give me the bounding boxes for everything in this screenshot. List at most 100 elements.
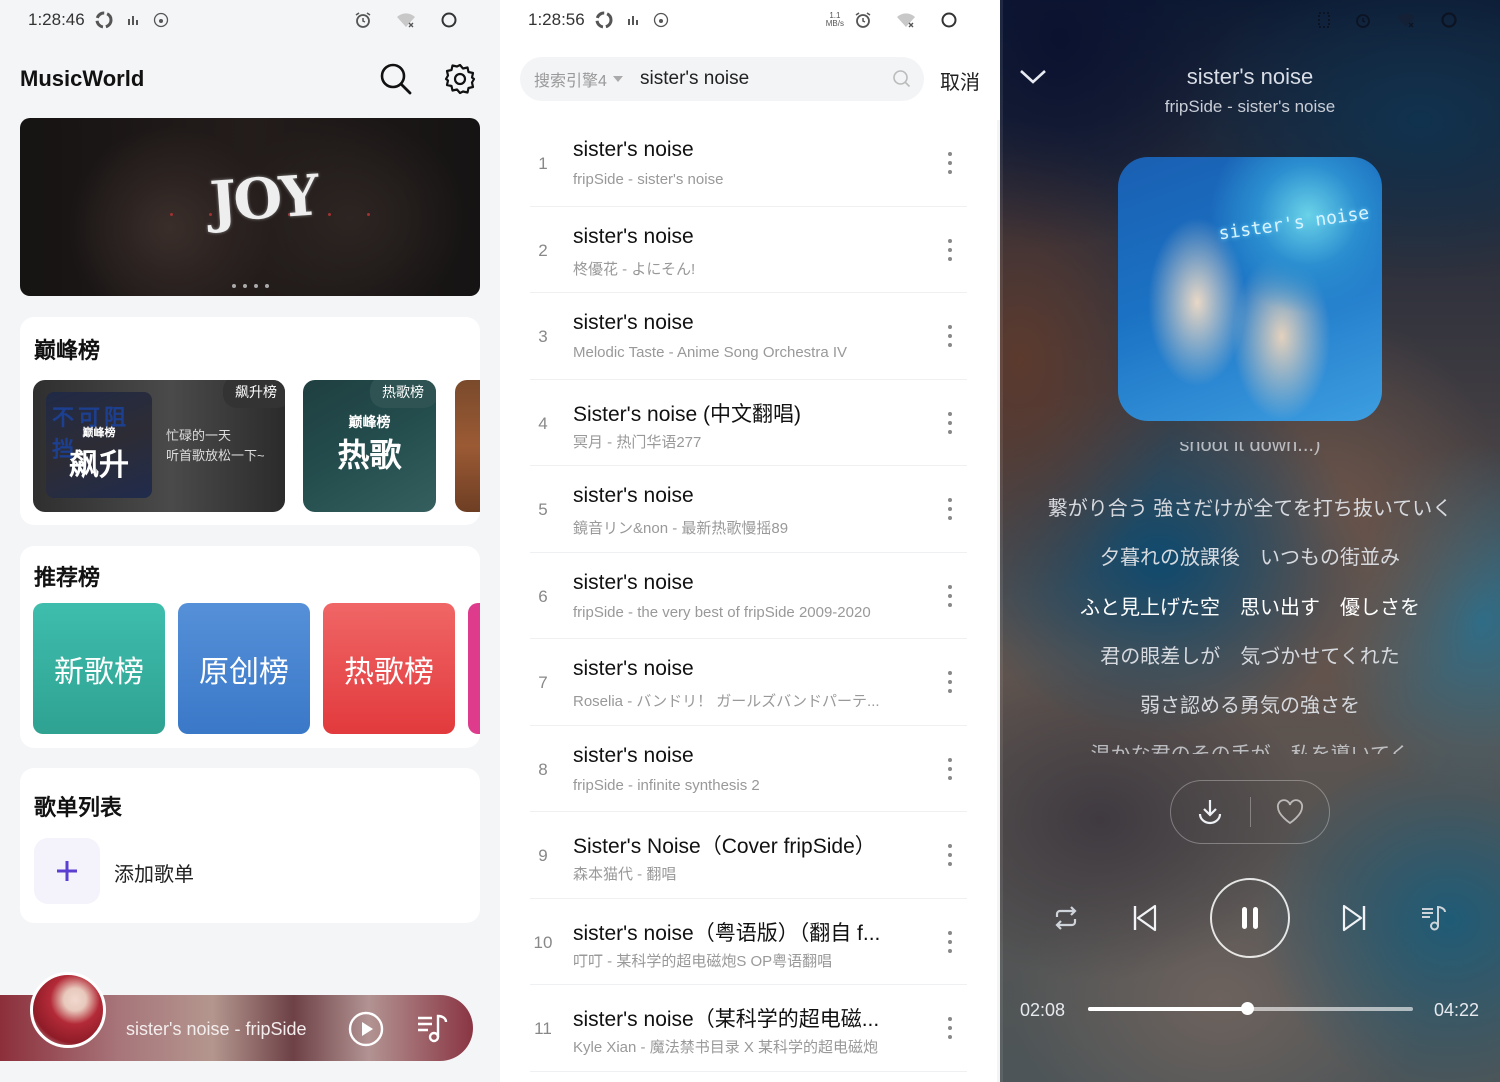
description-line: 忙碌的一天 [166,428,232,443]
result-subtitle: fripSide - sister's noise [573,171,724,188]
more-options-button[interactable] [940,494,960,524]
settings-button[interactable] [440,59,480,99]
more-options-button[interactable] [940,754,960,784]
result-title: sister's noise [573,570,694,594]
search-result-row[interactable]: 3 sister's noise Melodic Taste - Anime Son… [530,293,967,380]
search-result-row[interactable]: 7 sister's noise Roselia - バンドリ！ ガールズバンドパー… [530,639,967,726]
play-pause-button[interactable] [1210,878,1290,958]
search-result-row[interactable]: 11 sister's noise（某科学的超电磁... Kyle Xian - 魔… [530,985,967,1072]
search-engine-select[interactable]: 搜索引擎4 [520,67,640,91]
cancel-button[interactable]: 取消 [940,66,980,95]
search-input[interactable] [640,68,860,90]
more-options-button[interactable] [940,581,960,611]
gear-icon [444,63,476,95]
search-result-row[interactable]: 9 Sister's Noise（Cover fripSide） 森本猫代 - 翻唱 [530,812,967,899]
dropdown-triangle-icon [612,76,623,82]
add-playlist-label[interactable]: 添加歌单 [114,858,194,887]
more-vert-icon-dot [948,247,952,252]
search-result-row[interactable]: 4 Sister's noise (中文翻唱) 冥月 - 热门华语277 [530,380,967,466]
page-dot[interactable] [242,284,247,288]
repeat-button[interactable] [1044,896,1088,940]
chart-tile-hot[interactable]: 热歌榜 [323,603,455,734]
more-vert-icon-dot [948,498,952,502]
result-index: 10 [533,932,553,952]
peak-chart-rising[interactable]: 不可阻挡 巅峰榜 飙升 忙碌的一天 听首歌放松一下~ 飙升榜 [33,380,285,512]
search-icon [893,70,911,88]
peak-chart-next[interactable] [455,380,480,512]
more-options-button[interactable] [940,840,960,870]
next-button[interactable] [1332,896,1376,940]
network-speed-unit: MB/s [825,19,844,28]
queue-button[interactable] [1412,896,1456,940]
search-engine-label: 搜索引擎4 [534,73,607,90]
banner-carousel[interactable]: JOY [20,118,480,296]
favorite-button[interactable] [1251,780,1330,844]
album-art[interactable]: sister's noise [1118,157,1382,421]
search-icon [380,63,412,95]
search-bar: 搜索引擎4 [520,57,924,101]
search-result-row[interactable]: 5 sister's noise 鏡音リン&non - 最新热歌慢摇89 [530,466,967,553]
banner-pagination [20,284,480,288]
result-title: sister's noise [573,138,694,161]
cover-title: 热歌 [337,437,402,473]
chart-tile-new[interactable]: 新歌榜 [33,603,165,734]
download-icon [1199,800,1222,825]
chart-badge: 热歌榜 [370,380,436,408]
music-disc-icon [153,12,169,28]
skip-next-icon [1342,904,1366,932]
more-vert-icon-dot [948,930,952,935]
search-result-row[interactable]: 2 sister's noise 柊優花 - よにそん! [530,207,967,293]
search-result-row[interactable]: 1 sister's noise fripSide - sister's noise [530,120,967,207]
more-options-button[interactable] [940,235,960,265]
chart-cover: 不可阻挡 巅峰榜 飙升 [46,392,152,498]
seek-thumb[interactable] [1241,1002,1255,1015]
result-subtitle: fripSide - the very best of fripSide 200… [573,603,871,621]
mini-play-button[interactable] [348,1011,384,1047]
mini-player-title[interactable]: sister's noise - fripSide [126,1019,307,1040]
result-subtitle: Roselia - バンドリ！ ガールズバンドパーテ... [573,693,880,710]
mini-player-cover[interactable] [30,972,106,1048]
more-options-button[interactable] [940,408,960,438]
more-options-button[interactable] [940,148,960,178]
equalizer-icon [127,14,139,26]
more-vert-icon-dot [948,766,952,771]
mini-playlist-button[interactable] [414,1010,450,1046]
cover-subtitle: 巅峰榜 [348,414,391,430]
result-index: 5 [538,500,548,519]
more-vert-icon-dot [948,170,952,174]
more-vert-icon-dot [948,671,952,675]
more-options-button[interactable] [940,1013,960,1043]
page-dot[interactable] [253,284,258,288]
more-options-button[interactable] [940,321,960,351]
more-vert-icon-dot [948,939,952,944]
more-vert-icon-dot [948,343,952,347]
search-button[interactable] [376,59,416,99]
current-time: 02:08 [1020,1000,1066,1020]
more-vert-icon-dot [948,516,952,520]
result-subtitle: Kyle Xian - 魔法禁书目录 X 某科学的超电磁炮 [573,1039,879,1056]
previous-button[interactable] [1123,896,1167,940]
peak-chart-hot[interactable]: 巅峰榜 热歌 热歌榜 [303,380,436,512]
more-options-button[interactable] [940,927,960,957]
result-index: 1 [538,154,548,173]
more-vert-icon-dot [948,853,952,857]
search-result-row[interactable]: 6 sister's noise fripSide - the very best … [530,553,967,639]
page-dot[interactable] [231,284,236,288]
seek-bar[interactable] [1088,1002,1413,1015]
sync-icon [595,11,613,29]
status-bar [1000,0,1500,40]
more-options-button[interactable] [940,667,960,697]
lyric-line-active: ふと見上げた空 思い出す 優しさを [1080,596,1420,619]
download-button[interactable] [1171,780,1250,844]
search-result-row[interactable]: 8 sister's noise fripSide - infinite synth… [530,726,967,812]
lyrics-view[interactable]: shoot it down...) 繋がり合う 強さだけが全てを打ち抜いていく 夕暮… [1000,442,1500,754]
chart-tile-next[interactable] [468,603,480,734]
chart-tile-original[interactable]: 原创榜 [178,603,310,734]
network-speed: 1.1 MB/s [826,12,844,28]
search-submit-button[interactable] [890,67,914,91]
search-result-row[interactable]: 10 sister's noise（粤语版）（翻自 f... 叮叮 - 某科学的超电… [530,899,967,985]
plus-icon [57,861,77,881]
page-dot[interactable] [264,284,269,288]
more-vert-icon-dot [948,420,952,425]
add-playlist-button[interactable] [34,838,100,904]
